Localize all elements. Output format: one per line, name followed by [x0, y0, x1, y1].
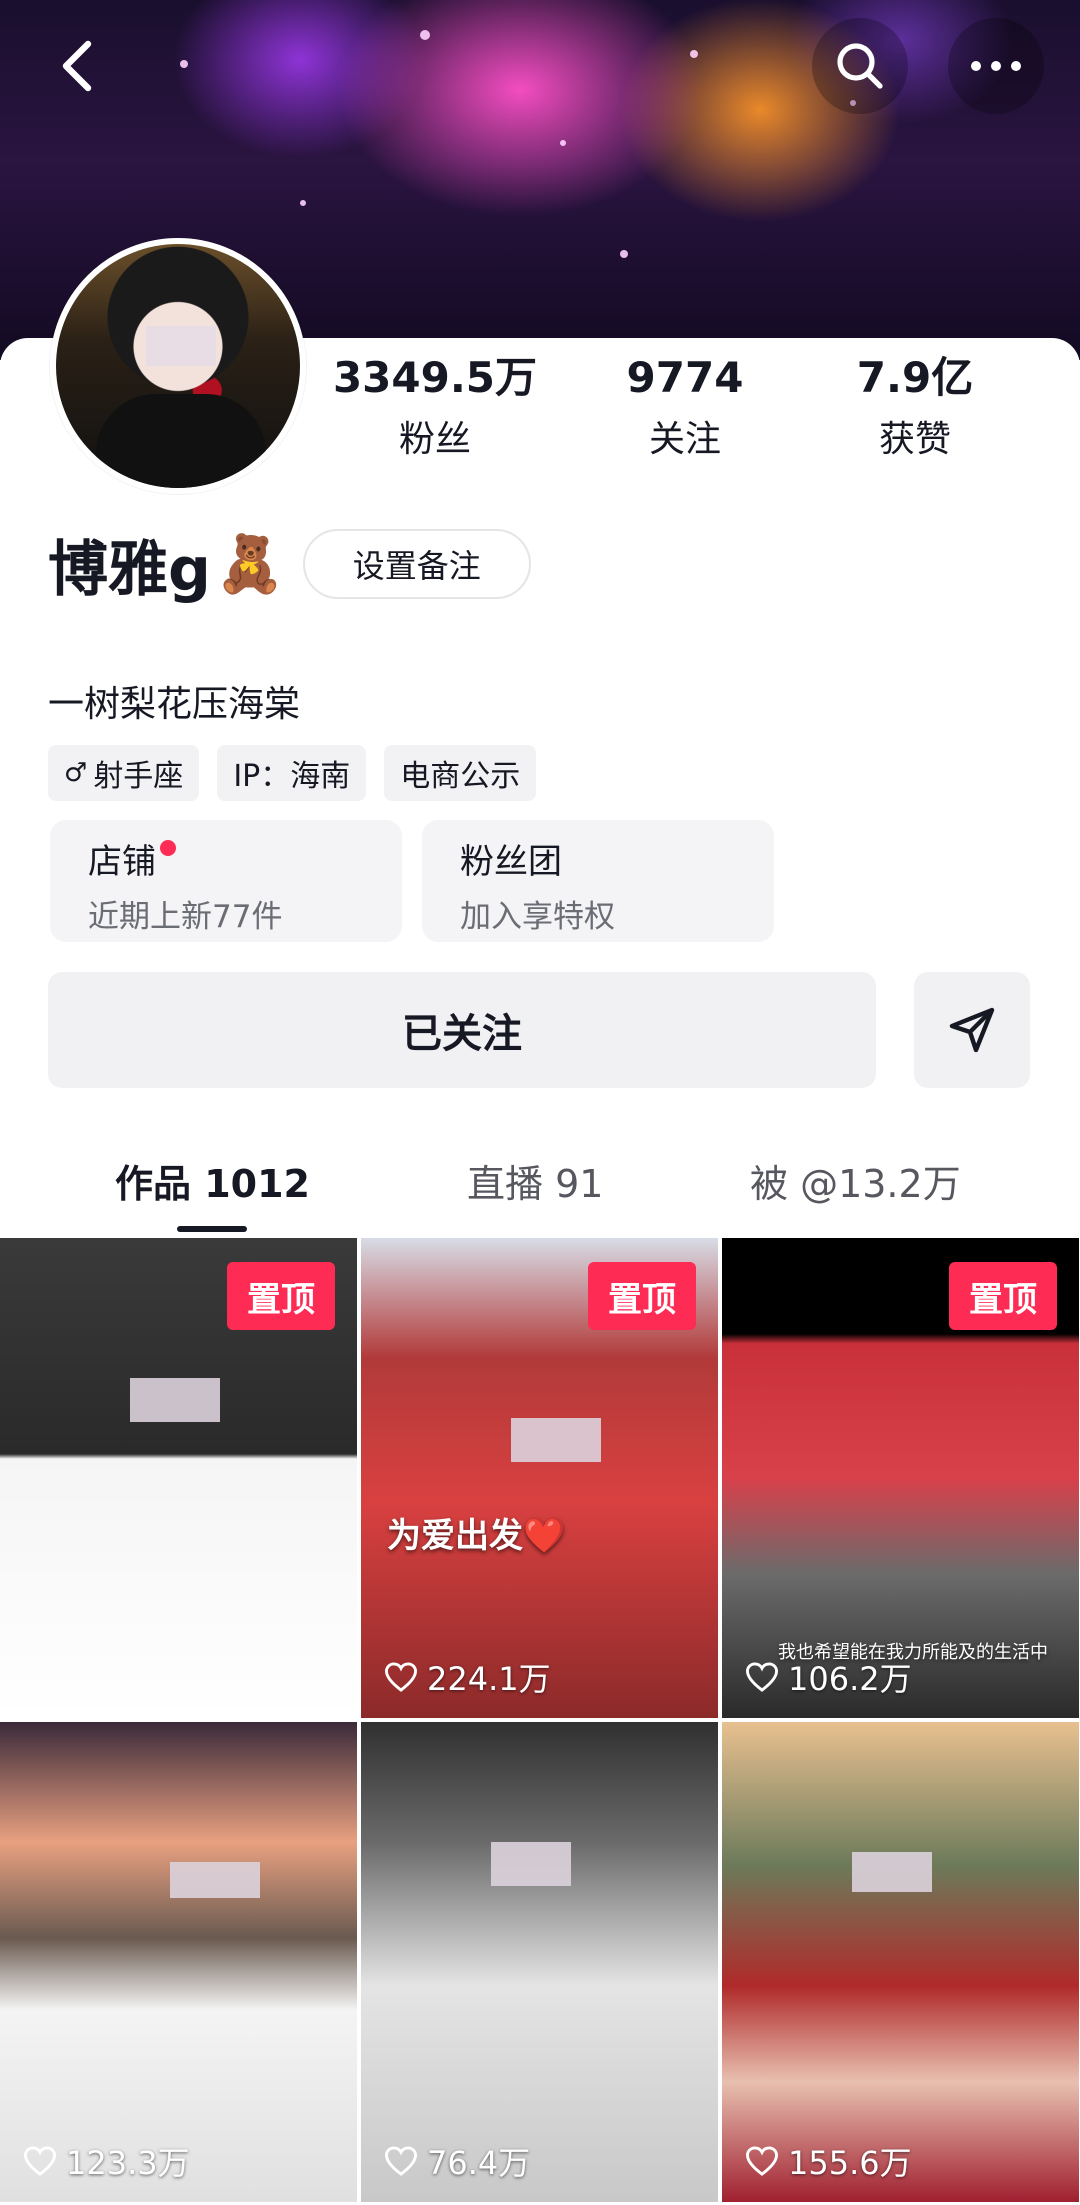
entry-title: 粉丝团 — [460, 842, 562, 882]
heart-icon — [745, 1662, 779, 1692]
pinned-badge: 置顶 — [588, 1262, 696, 1330]
face-mosaic — [130, 1378, 220, 1422]
like-count-value: 155.6万 — [788, 2144, 912, 2182]
entry-subtitle: 加入享特权 — [460, 899, 615, 935]
tab-mentions[interactable]: 被 @13.2万 — [750, 1140, 961, 1220]
stat-label: 关注 — [648, 419, 721, 460]
active-tab-indicator — [177, 1226, 247, 1232]
stat-value: 7.9亿 — [856, 353, 974, 402]
face-mosaic — [170, 1862, 260, 1898]
like-count: 224.1万 — [383, 1654, 551, 1700]
firework-spark — [690, 50, 698, 58]
video-thumbnail[interactable]: 155.6万 — [722, 1722, 1079, 2202]
search-button[interactable] — [812, 18, 908, 114]
like-count-value: 123.3万 — [66, 2144, 190, 2182]
stat-following[interactable]: 9774 关注 — [570, 350, 800, 468]
gender-icon: ♂ — [64, 758, 88, 788]
heart-icon — [384, 2146, 418, 2176]
stat-label: 获赞 — [878, 419, 951, 460]
like-count-value: 224.1万 — [427, 1660, 551, 1698]
entry-shop[interactable]: 店铺 近期上新77件 — [50, 820, 402, 942]
profile-name: 博雅g — [48, 534, 211, 605]
name-row: 博雅g 🧸 设置备注 — [48, 524, 531, 605]
video-thumbnail[interactable]: 置顶 我也希望能在我力所能及的生活中 106.2万 — [722, 1238, 1079, 1718]
more-dots-icon — [971, 61, 1021, 71]
face-mosaic — [491, 1842, 571, 1886]
tag-ip: IP：海南 — [217, 745, 367, 801]
stat-followers[interactable]: 3349.5万 粉丝 — [320, 350, 550, 468]
stat-likes[interactable]: 7.9亿 获赞 — [800, 350, 1030, 468]
profile-bio: 一树梨花压海棠 — [48, 684, 301, 725]
pinned-badge: 置顶 — [227, 1262, 335, 1330]
video-thumbnail[interactable]: 76.4万 — [361, 1722, 718, 2202]
profile-entries: 店铺 近期上新77件 粉丝团 加入享特权 — [50, 820, 774, 942]
video-thumbnail[interactable]: 置顶 为爱出发❤️ 224.1万 — [361, 1238, 718, 1718]
tag-ecommerce[interactable]: 电商公示 — [384, 745, 537, 801]
firework-spark — [620, 250, 628, 258]
search-icon — [837, 43, 883, 89]
set-remark-button[interactable]: 设置备注 — [302, 529, 531, 599]
firework-spark — [180, 60, 188, 68]
like-count: 106.2万 — [744, 1654, 912, 1700]
tag-zodiac: ♂ 射手座 — [48, 745, 200, 801]
back-button[interactable] — [30, 18, 126, 114]
tab-works[interactable]: 作品 1012 — [115, 1140, 310, 1220]
like-count: 76.4万 — [383, 2138, 530, 2184]
stat-value: 3349.5万 — [332, 353, 538, 402]
stat-value: 9774 — [626, 353, 744, 402]
back-chevron-icon — [62, 40, 92, 92]
send-message-icon — [949, 1007, 995, 1053]
heart-icon — [745, 2146, 779, 2176]
video-caption: 为爱出发❤️ — [387, 1516, 566, 1556]
new-dot-badge — [160, 840, 176, 856]
like-count-value: 106.2万 — [788, 1660, 912, 1698]
like-count-value: 76.4万 — [427, 2144, 531, 2182]
tag-label: 射手座 — [93, 759, 184, 794]
profile-tags: ♂ 射手座 IP：海南 电商公示 — [48, 745, 537, 801]
entry-subtitle: 近期上新77件 — [88, 899, 283, 935]
tag-label: 电商公示 — [400, 759, 521, 794]
face-mosaic — [511, 1418, 601, 1462]
followed-button[interactable]: 已关注 — [48, 972, 876, 1088]
more-button[interactable] — [948, 18, 1044, 114]
video-thumbnail[interactable]: 置顶 — [0, 1238, 357, 1718]
firework-spark — [560, 140, 566, 146]
heart-icon — [23, 2146, 57, 2176]
stat-label: 粉丝 — [398, 419, 471, 460]
send-message-button[interactable] — [914, 972, 1030, 1088]
video-grid: 置顶 置顶 为爱出发❤️ 224.1万 置顶 我也希望能在我力所能及的生活中 1… — [0, 1238, 1080, 2205]
firework-spark — [420, 30, 430, 40]
firework-spark — [300, 200, 306, 206]
content-tabs: 作品 1012 直播 91 被 @13.2万 — [0, 1140, 1080, 1230]
teddy-bear-icon: 🧸 — [214, 532, 285, 597]
stats-row: 3349.5万 粉丝 9774 关注 7.9亿 获赞 — [0, 350, 1080, 470]
pinned-badge: 置顶 — [949, 1262, 1057, 1330]
follow-row: 已关注 — [48, 972, 1030, 1088]
entry-fan-club[interactable]: 粉丝团 加入享特权 — [422, 820, 774, 942]
video-thumbnail[interactable]: 123.3万 — [0, 1722, 357, 2202]
like-count: 123.3万 — [22, 2138, 190, 2184]
like-count: 155.6万 — [744, 2138, 912, 2184]
tag-label: IP：海南 — [233, 759, 351, 794]
entry-title: 店铺 — [88, 842, 156, 882]
face-mosaic — [852, 1852, 932, 1892]
heart-icon — [384, 1662, 418, 1692]
tab-live[interactable]: 直播 91 — [467, 1140, 603, 1220]
